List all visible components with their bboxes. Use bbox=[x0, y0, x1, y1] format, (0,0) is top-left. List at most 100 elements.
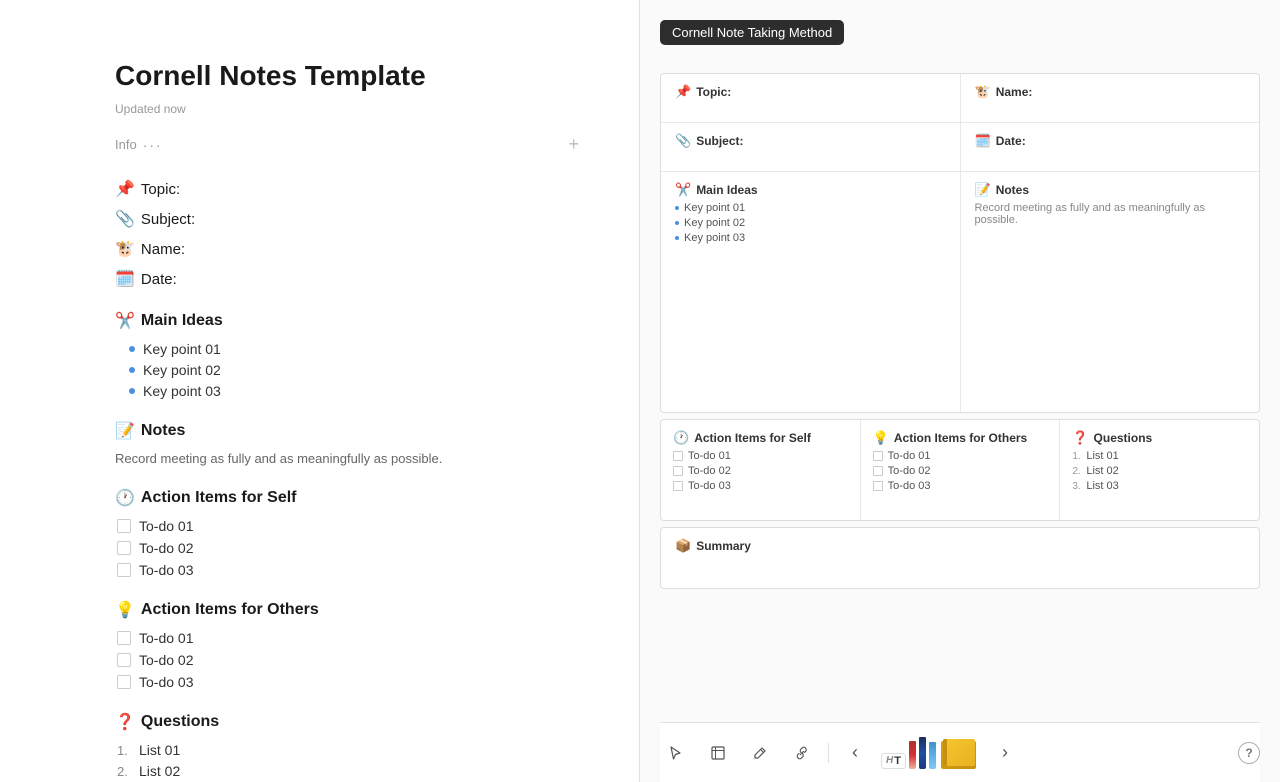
list-item: To-do 03 bbox=[117, 674, 579, 690]
mini-checkbox[interactable] bbox=[673, 451, 683, 461]
frame-tool-icon bbox=[710, 745, 726, 761]
right-panel-content: Cornell Note Taking Method 📌 Topic: 🐮 Na… bbox=[660, 20, 1260, 722]
action-self-heading: 🕐 Action Items for Self bbox=[115, 488, 579, 508]
table-row-2: 📎 Subject: 🗓️ Date: bbox=[661, 123, 1259, 172]
mini-checkbox[interactable] bbox=[673, 466, 683, 476]
info-row: Info ··· + bbox=[115, 134, 579, 155]
next-button[interactable]: › bbox=[989, 737, 1021, 769]
checkbox[interactable] bbox=[117, 653, 131, 667]
mini-checkbox[interactable] bbox=[873, 481, 883, 491]
highlight-badge[interactable]: H T bbox=[881, 753, 906, 769]
add-icon[interactable]: + bbox=[568, 134, 579, 155]
bullet-dot bbox=[129, 388, 135, 394]
tooltip-container: Cornell Note Taking Method bbox=[660, 20, 1260, 59]
checkbox[interactable] bbox=[117, 675, 131, 689]
book-icon[interactable] bbox=[941, 739, 979, 769]
main-ideas-cell-emoji: ✂️ bbox=[675, 182, 691, 198]
mini-numbered-row: 3.List 03 bbox=[1072, 480, 1247, 492]
mini-bullet-item: Key point 01 bbox=[675, 202, 946, 214]
notes-cell-label: 📝 Notes bbox=[975, 182, 1246, 198]
bottom-cells: 🕐 Action Items for Self To-do 01 To-do 0… bbox=[660, 419, 1260, 521]
pen-tool-button[interactable] bbox=[744, 737, 776, 769]
right-panel: Cornell Note Taking Method 📌 Topic: 🐮 Na… bbox=[640, 0, 1280, 782]
action-self-cell-emoji: 🕐 bbox=[673, 430, 689, 446]
name-label: Name: bbox=[141, 241, 185, 258]
date-cell: 🗓️ Date: bbox=[961, 123, 1260, 171]
marker-dark-icon[interactable] bbox=[919, 737, 926, 769]
topic-emoji: 📌 bbox=[115, 179, 135, 199]
bullet-dot bbox=[129, 367, 135, 373]
questions-heading: ❓ Questions bbox=[115, 712, 579, 732]
checkbox[interactable] bbox=[117, 541, 131, 555]
main-ideas-cell: ✂️ Main Ideas Key point 01 Key point 02 … bbox=[661, 172, 961, 412]
book-spine bbox=[943, 739, 947, 766]
list-item: Key point 02 bbox=[129, 362, 579, 378]
topic-cell-emoji: 📌 bbox=[675, 84, 691, 100]
mini-checkbox-row: To-do 03 bbox=[673, 480, 848, 492]
subject-cell: 📎 Subject: bbox=[661, 123, 961, 171]
action-others-list: To-do 01 To-do 02 To-do 03 bbox=[115, 630, 579, 690]
subject-field: 📎 Subject: bbox=[115, 209, 579, 229]
info-dots[interactable]: ··· bbox=[143, 137, 163, 153]
mini-bullet-item: Key point 03 bbox=[675, 232, 946, 244]
date-label: Date: bbox=[141, 271, 177, 288]
checkbox[interactable] bbox=[117, 563, 131, 577]
questions-list: 1.List 01 2.List 02 3.List 03 bbox=[115, 742, 579, 782]
frame-tool-button[interactable] bbox=[702, 737, 734, 769]
date-cell-emoji: 🗓️ bbox=[975, 133, 991, 149]
action-others-label: Action Items for Others bbox=[141, 601, 319, 619]
arrow-tool-icon bbox=[668, 745, 684, 761]
marker-light-icon[interactable] bbox=[929, 742, 936, 769]
action-others-emoji: 💡 bbox=[115, 600, 135, 620]
date-field: 🗓️ Date: bbox=[115, 269, 579, 289]
page-title: Cornell Notes Template bbox=[115, 60, 579, 92]
topic-field: 📌 Topic: bbox=[115, 179, 579, 199]
stationery-group: H T bbox=[881, 737, 979, 769]
prev-button[interactable]: ‹ bbox=[839, 737, 871, 769]
main-ideas-emoji: ✂️ bbox=[115, 311, 135, 331]
bottom-action-others-label: 💡 Action Items for Others bbox=[873, 430, 1048, 446]
hi-text: H bbox=[886, 755, 893, 766]
mini-checkbox[interactable] bbox=[873, 451, 883, 461]
bottom-action-self-label: 🕐 Action Items for Self bbox=[673, 430, 848, 446]
mini-checkbox[interactable] bbox=[873, 466, 883, 476]
list-item: To-do 01 bbox=[117, 630, 579, 646]
notes-heading: 📝 Notes bbox=[115, 421, 579, 441]
pen-tool-icon bbox=[752, 745, 768, 761]
list-item: To-do 02 bbox=[117, 652, 579, 668]
mini-dot bbox=[675, 236, 679, 240]
list-item: 2.List 02 bbox=[117, 763, 579, 779]
mini-checkbox[interactable] bbox=[673, 481, 683, 491]
table-row-3: ✂️ Main Ideas Key point 01 Key point 02 … bbox=[661, 172, 1259, 412]
questions-cell-emoji: ❓ bbox=[1072, 430, 1088, 446]
date-emoji: 🗓️ bbox=[115, 269, 135, 289]
arrow-tool-button[interactable] bbox=[660, 737, 692, 769]
mini-dot bbox=[675, 206, 679, 210]
bottom-questions-label: ❓ Questions bbox=[1072, 430, 1247, 446]
cornell-table: 📌 Topic: 🐮 Name: 📎 Subject: bbox=[660, 73, 1260, 413]
mini-numbered-row: 2.List 02 bbox=[1072, 465, 1247, 477]
left-panel: Cornell Notes Template Updated now Info … bbox=[0, 0, 640, 782]
name-field: 🐮 Name: bbox=[115, 239, 579, 259]
notes-cell-subtext: Record meeting as fully and as meaningfu… bbox=[975, 202, 1246, 226]
mini-checkbox-row: To-do 02 bbox=[673, 465, 848, 477]
topic-label: Topic: bbox=[141, 181, 180, 198]
name-cell: 🐮 Name: bbox=[961, 74, 1260, 122]
action-self-list: To-do 01 To-do 02 To-do 03 bbox=[115, 518, 579, 578]
bullet-dot bbox=[129, 346, 135, 352]
checkbox[interactable] bbox=[117, 519, 131, 533]
name-emoji: 🐮 bbox=[115, 239, 135, 259]
bottom-questions-cell: ❓ Questions 1.List 01 2.List 02 3.List 0… bbox=[1060, 420, 1259, 520]
table-row-1: 📌 Topic: 🐮 Name: bbox=[661, 74, 1259, 123]
updated-label: Updated now bbox=[115, 102, 579, 116]
main-ideas-cell-label: ✂️ Main Ideas bbox=[675, 182, 946, 198]
pencil-red-icon[interactable] bbox=[909, 741, 916, 769]
list-item: To-do 01 bbox=[117, 518, 579, 534]
notes-emoji: 📝 bbox=[115, 421, 135, 441]
checkbox[interactable] bbox=[117, 631, 131, 645]
mini-dot bbox=[675, 221, 679, 225]
action-self-emoji: 🕐 bbox=[115, 488, 135, 508]
help-button[interactable]: ? bbox=[1238, 742, 1260, 764]
link-tool-button[interactable] bbox=[786, 737, 818, 769]
t-text: T bbox=[894, 755, 901, 767]
